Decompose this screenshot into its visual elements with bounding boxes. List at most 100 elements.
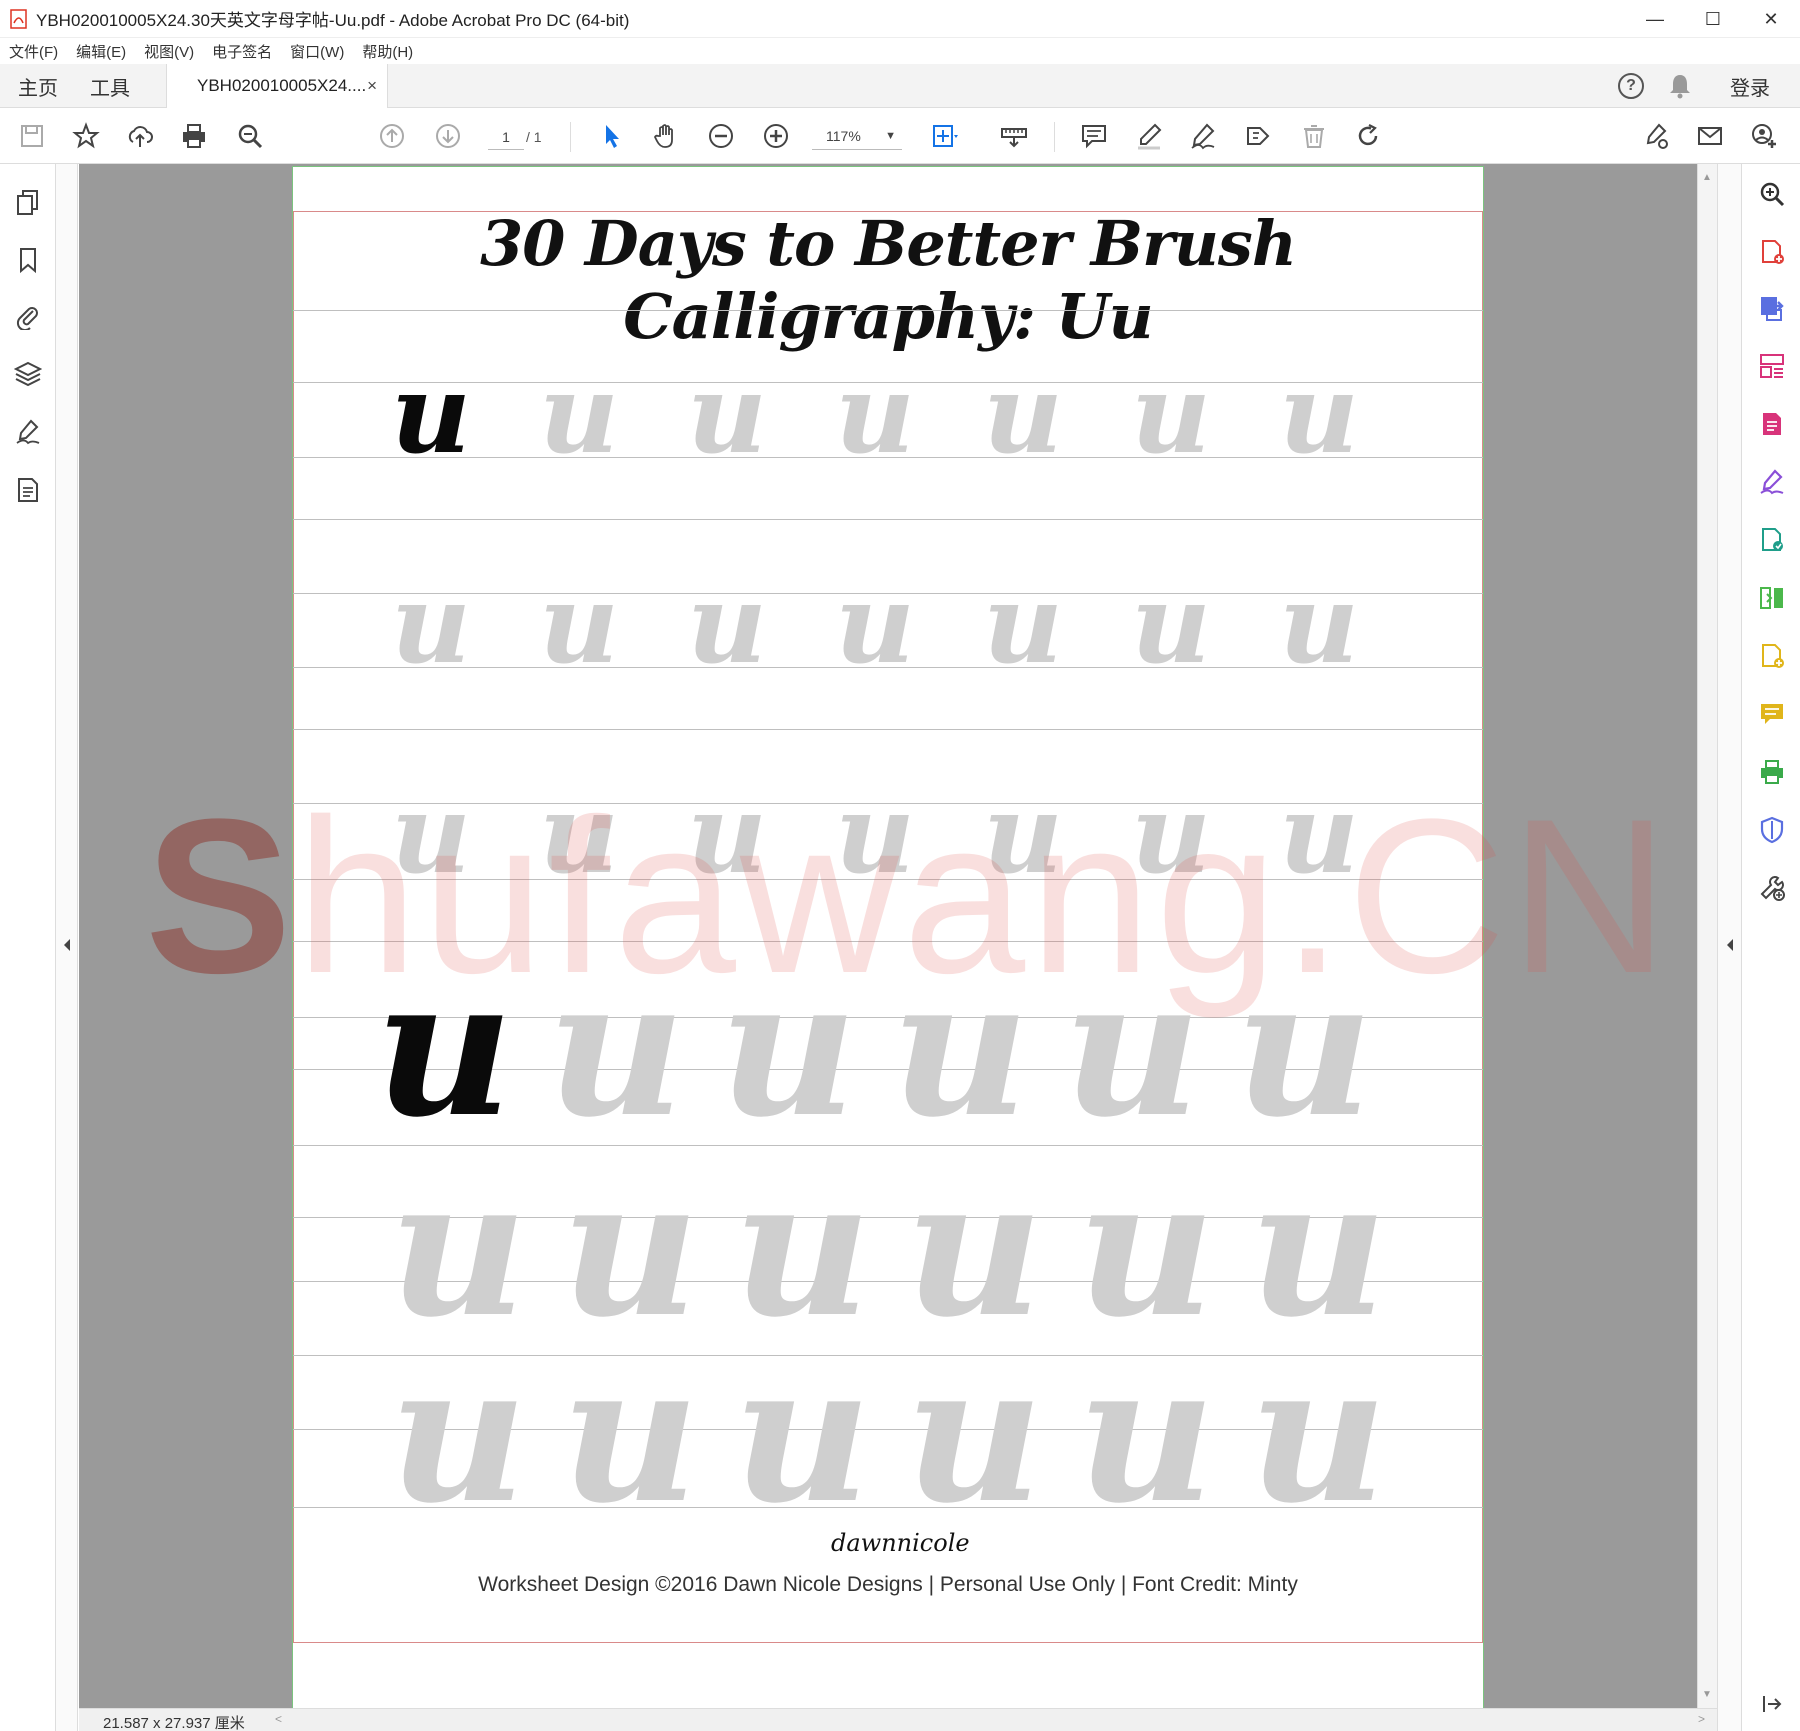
guide-line [293, 310, 1483, 311]
letter-trace-uppercase: u [561, 1136, 700, 1359]
header-actions: ? 登录 [1618, 64, 1800, 108]
left-navigation-rail [0, 164, 56, 1731]
window-controls: — ☐ ✕ [1626, 0, 1800, 38]
zoom-value: 117% [826, 128, 861, 144]
sign-pen-icon[interactable] [1187, 120, 1219, 152]
minimize-button[interactable]: — [1626, 0, 1684, 38]
scroll-down-icon[interactable]: ▼ [1702, 1689, 1712, 1700]
document-viewport[interactable]: 30 Days to Better Brush Calligraphy: Uu … [79, 164, 1697, 1708]
next-page-icon[interactable] [432, 120, 464, 152]
collapse-panel-icon[interactable] [1758, 1690, 1786, 1718]
keyboard-ruler-icon[interactable] [998, 120, 1030, 152]
attachment-icon[interactable] [14, 302, 42, 332]
print-production-icon[interactable] [1758, 758, 1786, 786]
organize-pages-icon[interactable] [1758, 352, 1786, 380]
letter-trace-uppercase: u [1077, 1136, 1216, 1359]
letter-sample-lowercase: u [391, 349, 471, 478]
fit-page-icon[interactable] [928, 120, 960, 152]
save-icon[interactable] [16, 120, 48, 152]
more-tools-icon[interactable] [1758, 874, 1786, 902]
document-properties-icon[interactable] [14, 476, 42, 504]
letter-trace-lowercase: u [391, 769, 471, 898]
zoom-search-icon[interactable] [1758, 180, 1786, 208]
create-pdf-icon[interactable] [1758, 238, 1786, 266]
add-user-icon[interactable] [1748, 120, 1780, 152]
tab-document[interactable]: YBH020010005X24.... × [166, 64, 388, 108]
tab-close-icon[interactable]: × [367, 76, 377, 96]
hand-tool-icon[interactable] [650, 120, 682, 152]
pdf-file-icon [10, 8, 28, 29]
letter-trace-uppercase: u [891, 936, 1030, 1159]
maximize-button[interactable]: ☐ [1684, 0, 1742, 38]
mail-icon[interactable] [1694, 120, 1726, 152]
prev-page-icon[interactable] [376, 120, 408, 152]
scroll-right-icon[interactable]: > [1698, 1712, 1705, 1726]
rotate-icon[interactable] [1352, 120, 1384, 152]
export-pdf-icon[interactable] [1758, 294, 1786, 322]
letter-trace-lowercase: u [539, 559, 619, 688]
trash-icon[interactable] [1298, 120, 1330, 152]
expand-left-arrow-icon[interactable] [62, 938, 72, 955]
cloud-upload-icon[interactable] [124, 120, 156, 152]
help-icon[interactable]: ? [1618, 73, 1644, 99]
zoom-select[interactable]: 117% ▼ [812, 122, 902, 150]
edit-pdf-icon[interactable] [1758, 410, 1786, 438]
menu-bar: 文件(F) 编辑(E) 视图(V) 电子签名 窗口(W) 帮助(H) [0, 38, 1800, 64]
highlight-pen-icon[interactable] [1133, 120, 1165, 152]
letter-trace-lowercase: u [539, 769, 619, 898]
export-comments-icon[interactable] [1758, 642, 1786, 670]
right-panel-toggle[interactable] [1717, 164, 1741, 1731]
window-title: YBH020010005X24.30天英文字母字帖-Uu.pdf - Adobe… [36, 11, 630, 30]
letter-trace-lowercase: u [835, 349, 915, 478]
letter-trace-lowercase: u [983, 559, 1063, 688]
login-link[interactable]: 登录 [1730, 72, 1770, 101]
menu-esign[interactable]: 电子签名 [203, 41, 281, 62]
page-number-input[interactable]: 1 [488, 124, 524, 150]
bookmark-icon[interactable] [14, 246, 42, 274]
comment-icon[interactable] [1078, 120, 1110, 152]
scroll-left-icon[interactable]: < [275, 1712, 282, 1726]
letter-trace-lowercase: u [391, 559, 471, 688]
tab-tools[interactable]: 工具 [90, 64, 130, 108]
dawn-nicole-logo: dawnnicole [831, 1529, 970, 1557]
worksheet-title: 30 Days to Better Brush Calligraphy: Uu [480, 207, 1297, 353]
menu-view[interactable]: 视图(V) [135, 41, 203, 62]
fill-sign-icon[interactable] [1758, 468, 1786, 496]
comment-tool-icon[interactable] [1758, 700, 1786, 728]
menu-edit[interactable]: 编辑(E) [67, 41, 135, 62]
zoom-out-icon[interactable] [705, 120, 737, 152]
tab-home[interactable]: 主页 [18, 64, 58, 108]
page-total: / 1 [526, 129, 542, 145]
compare-files-icon[interactable] [1758, 584, 1786, 612]
vertical-scrollbar[interactable]: ▲ ▼ [1697, 164, 1717, 1708]
signature-icon[interactable] [14, 418, 42, 446]
left-panel-toggle[interactable] [56, 164, 78, 1731]
status-bar: 21.587 x 27.937 厘米 < > [79, 1708, 1717, 1731]
stamp-edit-icon[interactable] [1242, 120, 1274, 152]
menu-file[interactable]: 文件(F) [0, 41, 67, 62]
page-thumbnails-icon[interactable] [14, 188, 42, 216]
select-cursor-icon[interactable] [596, 120, 628, 152]
star-icon[interactable] [70, 120, 102, 152]
menu-window[interactable]: 窗口(W) [281, 41, 353, 62]
layers-icon[interactable] [13, 360, 43, 388]
pen-sign-cloud-icon[interactable] [1640, 120, 1672, 152]
letter-trace-lowercase: u [687, 769, 767, 898]
right-tools-rail [1741, 164, 1800, 1731]
print-icon[interactable] [178, 120, 210, 152]
search-zoom-icon[interactable] [234, 120, 266, 152]
close-button[interactable]: ✕ [1742, 0, 1800, 38]
letter-trace-lowercase: u [835, 559, 915, 688]
toolbar-divider [570, 122, 571, 152]
send-for-signature-icon[interactable] [1758, 526, 1786, 554]
menu-help[interactable]: 帮助(H) [353, 41, 422, 62]
zoom-in-icon[interactable] [760, 120, 792, 152]
expand-right-arrow-icon[interactable] [1725, 938, 1735, 955]
scroll-up-icon[interactable]: ▲ [1702, 172, 1712, 183]
letter-trace-uppercase: u [905, 1322, 1044, 1545]
letter-trace-uppercase: u [389, 1136, 528, 1359]
letter-trace-lowercase: u [1131, 349, 1211, 478]
bell-icon[interactable] [1668, 73, 1692, 99]
tab-document-label: YBH020010005X24.... [197, 76, 367, 95]
protect-shield-icon[interactable] [1758, 816, 1786, 844]
